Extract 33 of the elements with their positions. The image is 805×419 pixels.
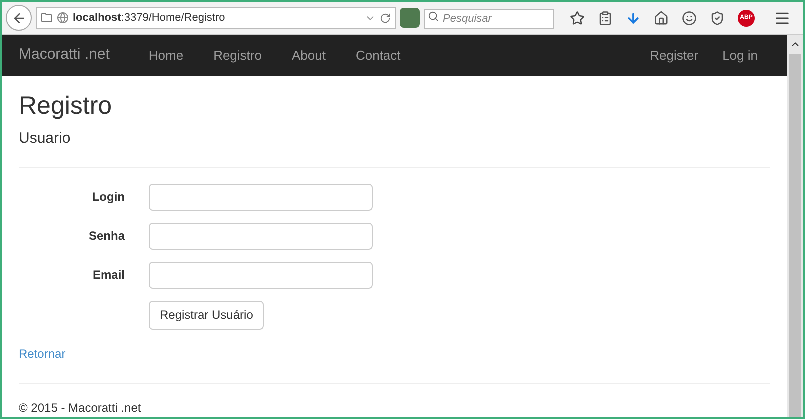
folder-icon — [41, 12, 53, 24]
page-title: Registro — [19, 91, 114, 122]
back-link[interactable]: Retornar — [19, 346, 66, 361]
nav-link[interactable]: Registro — [214, 46, 262, 66]
field-label: Login — [91, 189, 126, 206]
download-icon[interactable] — [626, 10, 641, 26]
reload-icon[interactable] — [380, 12, 391, 24]
extension-icon[interactable] — [400, 8, 420, 28]
submit-button[interactable]: Registrar Usuário — [149, 300, 264, 330]
input-field[interactable] — [149, 184, 373, 211]
input-field[interactable] — [149, 262, 373, 289]
address-field[interactable]: localhost:3379/Home/Registro — [36, 7, 396, 29]
input-field[interactable] — [149, 222, 373, 250]
clipboard-icon[interactable] — [598, 10, 613, 26]
nav-link[interactable]: Register — [650, 46, 699, 66]
star-icon[interactable] — [570, 10, 585, 26]
globe-icon — [57, 12, 69, 24]
field-label: Email — [92, 267, 126, 284]
footer-text: © 2015 - Macoratti .net — [19, 400, 142, 417]
nav-link[interactable]: About — [292, 46, 326, 66]
search-icon — [428, 11, 439, 22]
shield-icon[interactable] — [710, 10, 725, 26]
page-subtitle: Usuario — [19, 129, 72, 150]
nav-link[interactable]: Log in — [722, 46, 758, 66]
url-text: localhost:3379/Home/Registro — [73, 10, 226, 26]
nav-link[interactable]: Contact — [356, 46, 401, 66]
brand-link[interactable]: Macoratti .net — [19, 44, 110, 67]
home-icon[interactable] — [654, 10, 669, 26]
field-label: Senha — [88, 228, 126, 246]
smiley-icon[interactable] — [682, 10, 697, 26]
back-button[interactable] — [6, 5, 32, 31]
nav-link[interactable]: Home — [148, 46, 184, 66]
search-field[interactable]: Pesquisar — [424, 9, 554, 29]
